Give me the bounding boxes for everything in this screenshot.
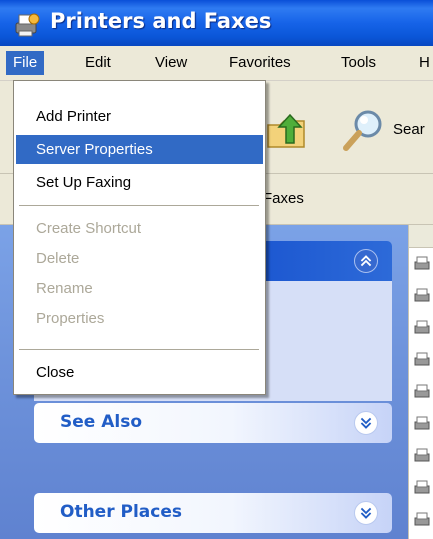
see-also-title: See Also	[60, 412, 143, 432]
menu-bar: File Edit View Favorites Tools H	[0, 46, 433, 81]
printer-icon[interactable]	[413, 319, 431, 337]
menu-separator	[19, 205, 259, 206]
menu-item-properties[interactable]: Properties	[16, 304, 263, 333]
other-places-title: Other Places	[60, 502, 182, 522]
menu-file[interactable]: File	[6, 51, 45, 75]
see-also-panel: See Also	[34, 403, 392, 447]
other-places-panel: Other Places	[34, 493, 392, 537]
printer-icon[interactable]	[413, 351, 431, 369]
menu-item-add-printer[interactable]: Add Printer	[16, 102, 263, 131]
window-title: Printers and Faxes	[50, 9, 272, 33]
file-menu-dropdown: Add Printer Server Properties Set Up Fax…	[13, 80, 266, 395]
folder-up-icon[interactable]	[264, 109, 308, 153]
printer-fax-icon	[15, 13, 40, 37]
menu-item-close[interactable]: Close	[16, 358, 263, 387]
menu-item-rename[interactable]: Rename	[16, 274, 263, 303]
expand-chevron-icon[interactable]	[354, 501, 378, 525]
printer-icon[interactable]	[413, 447, 431, 465]
file-list	[408, 225, 433, 539]
collapse-chevron-icon[interactable]	[354, 249, 378, 273]
menu-item-delete[interactable]: Delete	[16, 244, 263, 273]
menu-favorites[interactable]: Favorites	[222, 51, 298, 75]
title-bar[interactable]: Printers and Faxes	[0, 0, 433, 46]
menu-help[interactable]: H	[412, 51, 433, 75]
menu-separator	[19, 349, 259, 350]
see-also-header[interactable]: See Also	[34, 403, 392, 443]
menu-item-server-properties[interactable]: Server Properties	[16, 135, 263, 164]
printer-icon[interactable]	[413, 383, 431, 401]
menu-edit[interactable]: Edit	[78, 51, 118, 75]
search-icon[interactable]	[340, 106, 388, 154]
address-text[interactable]: Faxes	[263, 190, 304, 207]
printer-icon[interactable]	[413, 255, 431, 273]
menu-item-create-shortcut[interactable]: Create Shortcut	[16, 214, 263, 243]
column-header[interactable]	[409, 225, 433, 248]
menu-item-set-up-faxing[interactable]: Set Up Faxing	[16, 168, 263, 197]
other-places-header[interactable]: Other Places	[34, 493, 392, 533]
menu-view[interactable]: View	[148, 51, 194, 75]
printer-icon[interactable]	[413, 511, 431, 529]
printer-icon[interactable]	[413, 287, 431, 305]
search-button-label[interactable]: Sear	[393, 121, 425, 138]
expand-chevron-icon[interactable]	[354, 411, 378, 435]
printer-icon[interactable]	[413, 415, 431, 433]
printer-icon[interactable]	[413, 479, 431, 497]
menu-tools[interactable]: Tools	[334, 51, 383, 75]
